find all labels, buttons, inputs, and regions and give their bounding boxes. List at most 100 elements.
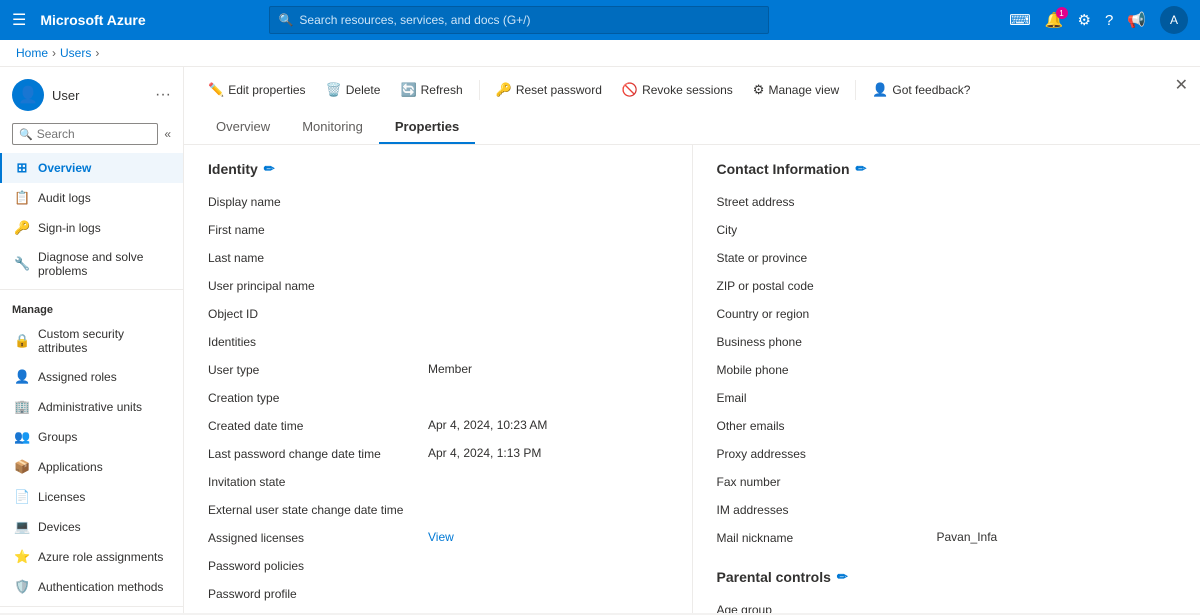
sidebar-item-admin-units[interactable]: 🏢 Administrative units bbox=[0, 392, 183, 422]
delete-icon: 🗑️ bbox=[326, 82, 342, 98]
prop-label-country: Country or region bbox=[717, 306, 937, 321]
prop-label-last-name: Last name bbox=[208, 250, 428, 265]
avatar[interactable]: A bbox=[1160, 6, 1188, 34]
user-icon: 👤 bbox=[12, 79, 44, 111]
revoke-icon: 🚫 bbox=[622, 82, 638, 98]
nav-divider-1 bbox=[0, 289, 183, 290]
prop-state: State or province bbox=[717, 245, 1177, 273]
properties-right-column: Contact Information ✏ Street address Cit… bbox=[693, 145, 1200, 613]
contact-edit-icon[interactable]: ✏ bbox=[856, 161, 867, 177]
manage-view-icon: ⚙ bbox=[753, 82, 765, 98]
global-search[interactable]: 🔍 bbox=[269, 6, 769, 34]
sidebar-item-overview[interactable]: ⊞ Overview bbox=[0, 153, 183, 183]
delete-button[interactable]: 🗑️ Delete bbox=[318, 77, 389, 103]
identity-edit-icon[interactable]: ✏ bbox=[264, 161, 275, 177]
feedback-icon[interactable]: 📢 bbox=[1127, 11, 1146, 29]
refresh-label: Refresh bbox=[421, 83, 463, 97]
licenses-icon: 📄 bbox=[14, 489, 30, 505]
notification-count: 1 bbox=[1056, 7, 1068, 19]
sidebar-item-label-audit-logs: Audit logs bbox=[38, 191, 91, 205]
prop-value-created-date: Apr 4, 2024, 10:23 AM bbox=[428, 418, 668, 432]
admin-units-icon: 🏢 bbox=[14, 399, 30, 415]
prop-label-proxy: Proxy addresses bbox=[717, 446, 937, 461]
sidebar-search-input[interactable] bbox=[37, 127, 152, 141]
sidebar-collapse-icon[interactable]: « bbox=[164, 127, 171, 141]
support-section-label: Troubleshooting + Support bbox=[0, 611, 183, 613]
parental-edit-icon[interactable]: ✏ bbox=[837, 569, 848, 585]
help-icon[interactable]: ? bbox=[1105, 12, 1113, 29]
sidebar-item-licenses[interactable]: 📄 Licenses bbox=[0, 482, 183, 512]
sidebar-item-assigned-roles[interactable]: 👤 Assigned roles bbox=[0, 362, 183, 392]
prop-assigned-licenses: Assigned licenses View bbox=[208, 525, 668, 553]
tab-monitoring[interactable]: Monitoring bbox=[286, 111, 379, 144]
sidebar-item-azure-roles[interactable]: ⭐ Azure role assignments bbox=[0, 542, 183, 572]
sidebar-item-applications[interactable]: 📦 Applications bbox=[0, 452, 183, 482]
prop-label-display-name: Display name bbox=[208, 194, 428, 209]
prop-preferred-lang: Preferred language bbox=[208, 609, 668, 613]
sidebar-item-custom-security[interactable]: 🔒 Custom security attributes bbox=[0, 320, 183, 362]
properties-left-column: Identity ✏ Display name First name Last … bbox=[184, 145, 693, 613]
manage-view-button[interactable]: ⚙ Manage view bbox=[745, 77, 847, 103]
prop-label-fax: Fax number bbox=[717, 474, 937, 489]
tab-overview[interactable]: Overview bbox=[200, 111, 286, 144]
top-navigation: ☰ Microsoft Azure 🔍 ⌨ 🔔 1 ⚙ ? 📢 A bbox=[0, 0, 1200, 40]
azure-roles-icon: ⭐ bbox=[14, 549, 30, 565]
reset-pw-label: Reset password bbox=[516, 83, 602, 97]
search-icon: 🔍 bbox=[278, 13, 293, 27]
sidebar-item-auth-methods[interactable]: 🛡️ Authentication methods bbox=[0, 572, 183, 602]
prop-label-street: Street address bbox=[717, 194, 937, 209]
sidebar-ellipsis[interactable]: ··· bbox=[155, 86, 171, 104]
prop-object-id: Object ID bbox=[208, 301, 668, 329]
prop-label-mail-nickname: Mail nickname bbox=[717, 530, 937, 545]
identity-title-text: Identity bbox=[208, 161, 258, 177]
refresh-icon: 🔄 bbox=[400, 82, 416, 98]
parental-section-title: Parental controls ✏ bbox=[717, 569, 1177, 585]
edit-properties-button[interactable]: ✏️ Edit properties bbox=[200, 77, 314, 103]
breadcrumb-home[interactable]: Home bbox=[16, 46, 48, 60]
close-button[interactable]: ✕ bbox=[1175, 75, 1188, 95]
revoke-sessions-button[interactable]: 🚫 Revoke sessions bbox=[614, 77, 741, 103]
diagnose-icon: 🔧 bbox=[14, 256, 30, 272]
overview-icon: ⊞ bbox=[14, 160, 30, 176]
search-input[interactable] bbox=[299, 13, 760, 27]
main-layout: 👤 User ··· 🔍 « ⊞ Overview 📋 Audit logs 🔑… bbox=[0, 67, 1200, 613]
hamburger-icon[interactable]: ☰ bbox=[12, 10, 26, 30]
prop-identities: Identities bbox=[208, 329, 668, 357]
reset-password-button[interactable]: 🔑 Reset password bbox=[488, 77, 610, 103]
breadcrumb-users[interactable]: Users bbox=[60, 46, 91, 60]
prop-last-name: Last name bbox=[208, 245, 668, 273]
applications-icon: 📦 bbox=[14, 459, 30, 475]
feedback-label: Got feedback? bbox=[892, 83, 970, 97]
sidebar-search-box[interactable]: 🔍 bbox=[12, 123, 158, 145]
refresh-button[interactable]: 🔄 Refresh bbox=[392, 77, 470, 103]
auth-methods-icon: 🛡️ bbox=[14, 579, 30, 595]
sidebar-search-row: 🔍 « bbox=[0, 119, 183, 153]
delete-label: Delete bbox=[346, 83, 381, 97]
prop-label-invitation-state: Invitation state bbox=[208, 474, 428, 489]
prop-pw-profile: Password profile bbox=[208, 581, 668, 609]
prop-label-mobile: Mobile phone bbox=[717, 362, 937, 377]
sidebar-item-label-licenses: Licenses bbox=[38, 490, 85, 504]
top-nav-icons: ⌨ 🔔 1 ⚙ ? 📢 A bbox=[1009, 6, 1188, 34]
tab-properties[interactable]: Properties bbox=[379, 111, 475, 144]
prop-value-assigned-licenses[interactable]: View bbox=[428, 530, 668, 544]
toolbar-divider-2 bbox=[855, 80, 856, 100]
prop-creation-type: Creation type bbox=[208, 385, 668, 413]
prop-street-address: Street address bbox=[717, 189, 1177, 217]
nav-divider-2 bbox=[0, 606, 183, 607]
sidebar-item-devices[interactable]: 💻 Devices bbox=[0, 512, 183, 542]
sidebar-item-label-auth-methods: Authentication methods bbox=[38, 580, 163, 594]
prop-upn: User principal name bbox=[208, 273, 668, 301]
settings-icon[interactable]: ⚙ bbox=[1078, 11, 1091, 29]
manage-view-label: Manage view bbox=[768, 83, 839, 97]
sidebar-item-diagnose[interactable]: 🔧 Diagnose and solve problems bbox=[0, 243, 183, 285]
feedback-button[interactable]: 👤 Got feedback? bbox=[864, 77, 978, 103]
sidebar-item-groups[interactable]: 👥 Groups bbox=[0, 422, 183, 452]
prop-created-date: Created date time Apr 4, 2024, 10:23 AM bbox=[208, 413, 668, 441]
prop-country: Country or region bbox=[717, 301, 1177, 329]
sidebar-item-sign-in-logs[interactable]: 🔑 Sign-in logs bbox=[0, 213, 183, 243]
breadcrumb-sep2: › bbox=[95, 46, 99, 60]
prop-label-upn: User principal name bbox=[208, 278, 428, 293]
cloud-shell-icon[interactable]: ⌨ bbox=[1009, 11, 1031, 29]
sidebar-item-audit-logs[interactable]: 📋 Audit logs bbox=[0, 183, 183, 213]
